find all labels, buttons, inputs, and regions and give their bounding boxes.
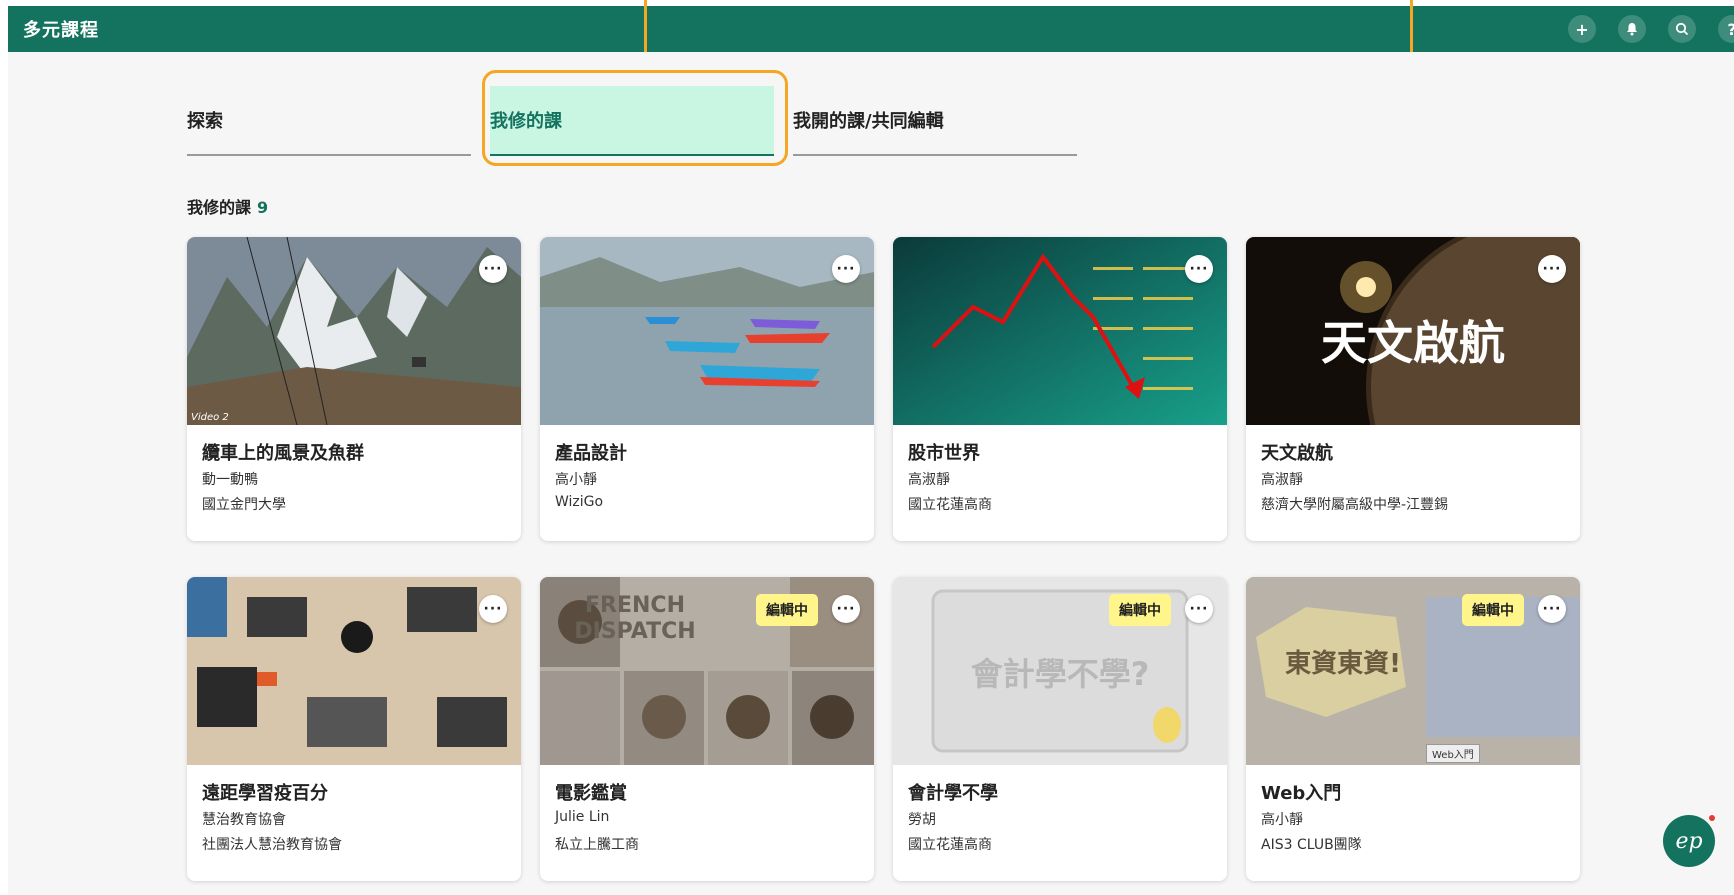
course-school: 國立花蓮高商: [908, 837, 992, 853]
more-options-icon[interactable]: ···: [1538, 255, 1566, 283]
more-options-icon[interactable]: ···: [479, 595, 507, 623]
course-title: Web入門: [1261, 783, 1342, 804]
course-teacher: 高淑靜: [1261, 472, 1303, 488]
course-card[interactable]: 天文啟航 ··· 天文啟航 高淑靜 慈濟大學附屬高級中學-江豐錫: [1246, 237, 1580, 541]
more-options-icon[interactable]: ···: [1538, 595, 1566, 623]
annotation-highlight-box: [482, 70, 788, 166]
course-teacher: 勞胡: [908, 812, 936, 828]
course-thumbnail: [187, 577, 521, 765]
thumbnail-title-text: 東資東資!: [1285, 649, 1401, 679]
tab-label: 探索: [187, 111, 223, 132]
search-shape: [1675, 22, 1689, 36]
course-title: 天文啟航: [1261, 443, 1333, 464]
more-options-icon[interactable]: ···: [479, 255, 507, 283]
course-thumbnail: 東資東資! Web入門: [1246, 577, 1580, 765]
course-teacher: 高小靜: [1261, 812, 1303, 828]
plus-icon[interactable]: +: [1568, 15, 1596, 43]
course-teacher: 高小靜: [555, 472, 597, 488]
course-title: 產品設計: [555, 443, 627, 464]
course-school: AIS3 CLUB團隊: [1261, 837, 1362, 853]
thumbnail-title-text: 天文啟航: [1321, 316, 1505, 370]
top-app-bar: 多元課程 + ?: [8, 6, 1734, 52]
app-title[interactable]: 多元課程: [23, 16, 99, 42]
mountain-scene: [187, 237, 521, 425]
course-thumbnail: 天文啟航: [1246, 237, 1580, 425]
course-title: 股市世界: [908, 443, 980, 464]
course-school: 社團法人慧治教育協會: [202, 837, 342, 853]
course-teacher: Julie Lin: [555, 809, 610, 825]
header-actions: + ?: [1546, 6, 1734, 52]
course-thumbnail: Video 2: [187, 237, 521, 425]
bell-icon[interactable]: [1618, 15, 1646, 43]
section-title-label: 我修的課: [187, 198, 252, 217]
tab-explore[interactable]: 探索: [187, 86, 471, 156]
tab-label: 我開的課/共同編輯: [793, 111, 944, 132]
course-title: 纜車上的風景及魚群: [202, 443, 364, 464]
course-card[interactable]: ··· 產品設計 高小靜 WiziGo: [540, 237, 874, 541]
lake-boats-scene: [540, 237, 874, 425]
course-thumbnail: [893, 237, 1227, 425]
course-title: 電影鑑賞: [555, 783, 627, 804]
more-options-icon[interactable]: ···: [1185, 255, 1213, 283]
course-card[interactable]: Video 2 ··· 纜車上的風景及魚群 動一動鴨 國立金門大學: [187, 237, 521, 541]
stock-chart-scene: [893, 237, 1227, 425]
more-options-icon[interactable]: ···: [832, 595, 860, 623]
course-thumbnail: FRENCH DISPATCH: [540, 577, 874, 765]
course-card[interactable]: ··· 遠距學習疫百分 慧治教育協會 社團法人慧治教育協會: [187, 577, 521, 881]
course-school: 國立金門大學: [202, 497, 286, 513]
course-school: 國立花蓮高商: [908, 497, 992, 513]
section-title: 我修的課 9: [187, 194, 268, 218]
course-school: 慈濟大學附屬高級中學-江豐錫: [1261, 497, 1449, 513]
course-count: 9: [257, 198, 269, 217]
course-title: 會計學不學: [908, 783, 998, 804]
course-school: 私立上騰工商: [555, 837, 639, 853]
assistant-fab[interactable]: ep: [1663, 815, 1715, 867]
editing-status-badge: 編輯中: [1109, 594, 1171, 626]
course-teacher: 慧治教育協會: [202, 812, 286, 828]
more-options-icon[interactable]: ···: [832, 255, 860, 283]
course-title: 遠距學習疫百分: [202, 783, 328, 804]
bell-shape: [1627, 23, 1637, 36]
search-icon[interactable]: [1668, 15, 1696, 43]
course-card[interactable]: ··· 股市世界 高淑靜 國立花蓮高商: [893, 237, 1227, 541]
course-school: WiziGo: [555, 494, 604, 510]
course-thumbnail: 會計學不學?: [893, 577, 1227, 765]
course-thumbnail: [540, 237, 874, 425]
course-card[interactable]: 東資東資! Web入門 編輯中 ··· Web入門 高小靜 AIS3 CLUB團…: [1246, 577, 1580, 881]
desk-laptops-scene: [187, 577, 521, 765]
course-card[interactable]: 會計學不學? 編輯中 ··· 會計學不學 勞胡 國立花蓮高商: [893, 577, 1227, 881]
thumbnail-caption: Video 2: [191, 412, 229, 423]
thumbnail-title-text: 會計學不學?: [970, 655, 1150, 693]
tab-my-created-courses[interactable]: 我開的課/共同編輯: [793, 86, 1077, 156]
thumbnail-title-text: FRENCH DISPATCH: [574, 593, 696, 644]
help-icon[interactable]: ?: [1718, 15, 1734, 43]
thumbnail-tag: Web入門: [1426, 744, 1480, 763]
notification-dot: [1709, 815, 1715, 821]
course-card[interactable]: FRENCH DISPATCH 編輯中 ··· 電影鑑賞 Julie Lin 私…: [540, 577, 874, 881]
more-options-icon[interactable]: ···: [1185, 595, 1213, 623]
course-teacher: 動一動鴨: [202, 472, 258, 488]
course-teacher: 高淑靜: [908, 472, 950, 488]
annotation-arrow-tab: [644, 0, 647, 60]
editing-status-badge: 編輯中: [756, 594, 818, 626]
editing-status-badge: 編輯中: [1462, 594, 1524, 626]
